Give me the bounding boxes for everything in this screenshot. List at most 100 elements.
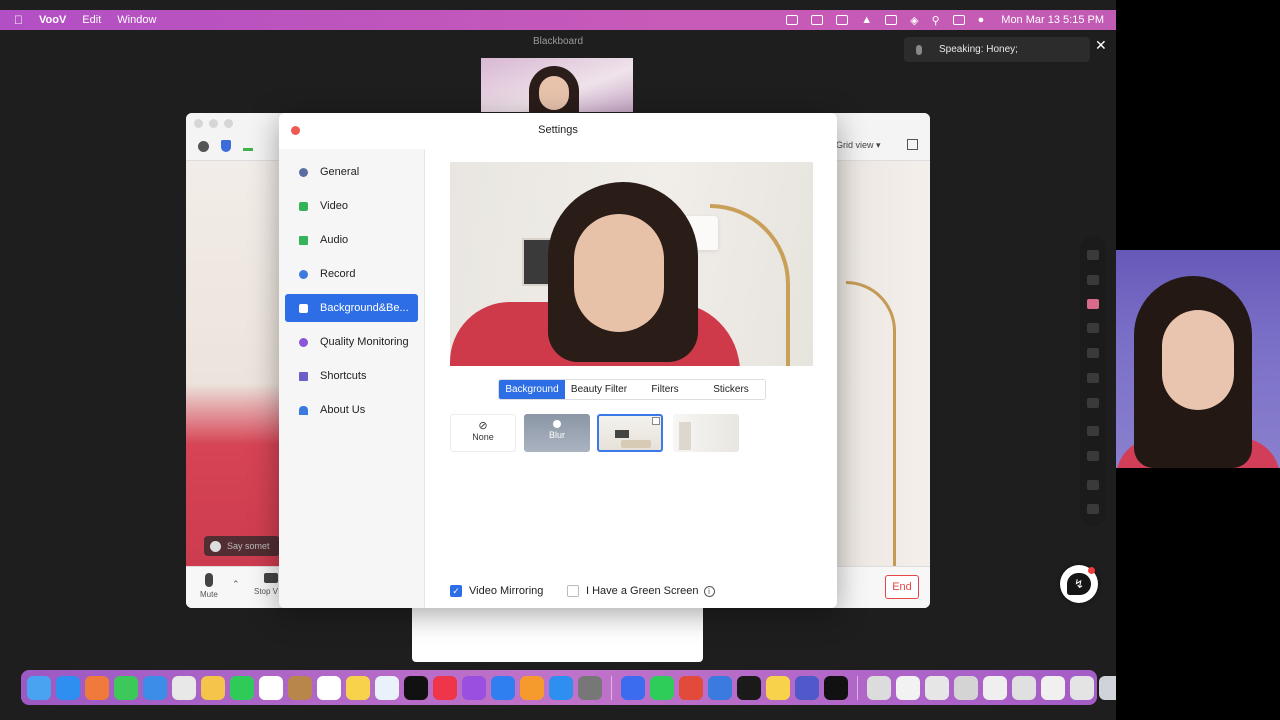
teams-icon[interactable] [795, 675, 819, 700]
menu-app-name[interactable]: VooV [39, 14, 66, 26]
freeform-icon[interactable] [375, 675, 399, 700]
window-minimize-button[interactable] [209, 119, 218, 128]
shape-tool-icon[interactable] [1087, 398, 1099, 408]
notes-icon[interactable] [346, 675, 370, 700]
siri-icon[interactable]: ● [978, 14, 985, 26]
capcut-icon[interactable] [824, 675, 848, 700]
safari-icon[interactable] [56, 675, 80, 700]
audio-options-chevron-icon[interactable]: ⌃ [232, 579, 240, 590]
pen-tool-icon[interactable] [1087, 299, 1099, 309]
emoji-icon[interactable] [210, 540, 221, 552]
stickies-icon[interactable] [766, 675, 790, 700]
tab-filters[interactable]: Filters [633, 380, 697, 399]
select-tool-icon[interactable] [1087, 275, 1099, 285]
recent-window-icon[interactable] [1041, 675, 1065, 700]
menu-window[interactable]: Window [117, 14, 156, 26]
status-icon-3[interactable] [836, 15, 849, 25]
system-settings-icon[interactable] [578, 675, 602, 700]
messenger-dock-icon[interactable] [621, 675, 645, 700]
tab-background[interactable]: Background [499, 380, 565, 399]
chat-input[interactable]: Say somet [204, 536, 280, 556]
sidebar-item-about-us[interactable]: About Us [285, 396, 418, 424]
background-option-none[interactable]: ⊘ None [450, 414, 516, 452]
mute-button[interactable]: Mute [200, 573, 218, 599]
window-close-button[interactable] [194, 119, 203, 128]
reminders-icon[interactable] [317, 675, 341, 700]
recent-window-icon[interactable] [983, 675, 1007, 700]
photos-icon[interactable] [201, 675, 225, 700]
wps-icon[interactable] [679, 675, 703, 700]
voov-icon[interactable] [708, 675, 732, 700]
control-center-icon[interactable] [952, 15, 965, 25]
podcasts-icon[interactable] [462, 675, 486, 700]
mail-icon[interactable] [143, 675, 167, 700]
apple-icon[interactable]:  [14, 13, 23, 27]
whatsapp-icon[interactable] [650, 675, 674, 700]
tv-icon[interactable] [404, 675, 428, 700]
video-mirroring-checkbox[interactable]: ✓ [450, 585, 462, 597]
search-icon[interactable]: ⚲ [932, 14, 940, 27]
grid-view-button[interactable]: Grid view ▾ [836, 140, 881, 151]
eraser-tool-icon[interactable] [1087, 323, 1099, 333]
sidebar-item-quality-monitoring[interactable]: Quality Monitoring [285, 328, 418, 356]
battery-icon[interactable] [885, 15, 898, 25]
messages-icon[interactable] [114, 675, 138, 700]
video-mirroring-row[interactable]: ✓ Video Mirroring [450, 585, 543, 597]
menu-edit[interactable]: Edit [82, 14, 101, 26]
recent-window-icon[interactable] [1070, 675, 1094, 700]
storage-tool-icon[interactable] [1087, 451, 1099, 461]
stop-video-button[interactable]: Stop V [254, 573, 278, 596]
fullscreen-icon[interactable] [907, 139, 918, 150]
messenger-button[interactable]: ↯ [1060, 565, 1098, 603]
recent-window-icon[interactable] [1012, 675, 1036, 700]
status-icon-1[interactable] [786, 15, 799, 25]
close-icon[interactable]: ✕ [1095, 37, 1107, 54]
finder-icon[interactable] [27, 675, 51, 700]
wifi-icon[interactable]: ◈ [910, 14, 918, 27]
pages-icon[interactable] [520, 675, 544, 700]
launchpad-icon[interactable] [85, 675, 109, 700]
end-meeting-button[interactable]: End [885, 575, 919, 599]
pointer-tool-icon[interactable] [1087, 250, 1099, 260]
info-icon[interactable]: i [703, 585, 715, 597]
chat-tool-icon[interactable] [1087, 480, 1099, 490]
recent-window-icon[interactable] [896, 675, 920, 700]
calendar-icon[interactable] [259, 675, 283, 700]
participant-thumbnail[interactable] [481, 58, 633, 112]
maps-icon[interactable] [172, 675, 196, 700]
contacts-icon[interactable] [288, 675, 312, 700]
recent-window-icon[interactable] [925, 675, 949, 700]
text-tool-icon[interactable] [1087, 348, 1099, 358]
green-screen-checkbox[interactable] [567, 585, 579, 597]
background-option-blur[interactable]: Blur [524, 414, 590, 452]
cut-tool-icon[interactable] [1087, 373, 1099, 383]
sidebar-item-background[interactable]: Background&Be... [285, 294, 418, 322]
tab-stickers[interactable]: Stickers [697, 380, 765, 399]
sidebar-item-shortcuts[interactable]: Shortcuts [285, 362, 418, 390]
app-store-icon[interactable] [549, 675, 573, 700]
trash-icon[interactable] [1099, 675, 1116, 700]
keynote-icon[interactable] [491, 675, 515, 700]
status-icon-2[interactable] [811, 15, 824, 25]
recent-window-icon[interactable] [954, 675, 978, 700]
info-icon[interactable] [198, 140, 209, 152]
facetime-icon[interactable] [230, 675, 254, 700]
shield-icon[interactable] [221, 140, 231, 152]
sidebar-item-audio[interactable]: Audio [285, 226, 418, 254]
menu-clock[interactable]: Mon Mar 13 5:15 PM [1001, 14, 1104, 26]
sidebar-item-general[interactable]: General [285, 158, 418, 186]
users-tool-icon[interactable] [1087, 504, 1099, 514]
status-icon-4[interactable]: ▲ [861, 14, 872, 26]
cloud-tool-icon[interactable] [1087, 426, 1099, 436]
green-screen-row[interactable]: I Have a Green Screen i [567, 585, 715, 597]
sidebar-item-video[interactable]: Video [285, 192, 418, 220]
tab-beauty-filter[interactable]: Beauty Filter [565, 380, 633, 399]
sidebar-item-record[interactable]: Record [285, 260, 418, 288]
music-icon[interactable] [433, 675, 457, 700]
window-zoom-button[interactable] [224, 119, 233, 128]
recent-window-icon[interactable] [867, 675, 891, 700]
background-option-living-room[interactable] [597, 414, 663, 452]
background-option-office[interactable] [673, 414, 739, 452]
signal-icon[interactable] [243, 141, 253, 151]
terminal-icon[interactable] [737, 675, 761, 700]
